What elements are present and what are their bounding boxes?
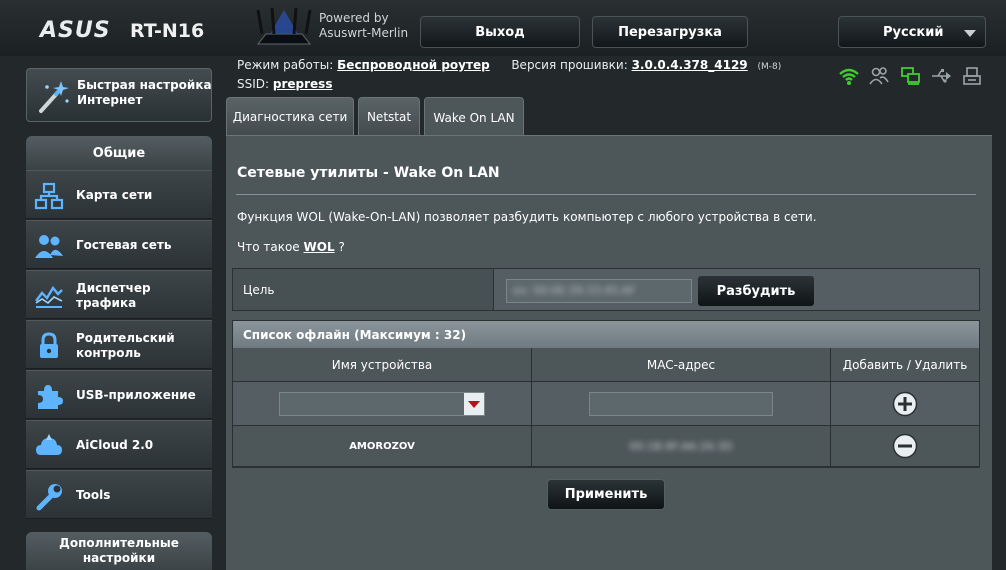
target-mac-input[interactable]: ex: 00:0E:39:33:45:AF: [506, 279, 692, 303]
tab-wake-on-lan[interactable]: Wake On LAN: [424, 97, 524, 137]
top-bar: ASUS RT-N16 Powered by Asuswrt-Merlin Вы…: [0, 0, 1006, 56]
device-mac: 00:1B:9F:A6:26:3D: [629, 439, 733, 453]
apply-button[interactable]: Применить: [547, 479, 665, 510]
target-input-cell: ex: 00:0E:39:33:45:AF Разбудить: [494, 269, 979, 310]
add-icon[interactable]: [892, 391, 918, 417]
advanced-heading[interactable]: Дополнительные настройки: [26, 532, 212, 570]
powered-by: Powered by Asuswrt-Merlin: [319, 11, 409, 40]
column-mac-address: MAC-адрес: [532, 348, 831, 382]
clients-icon[interactable]: [868, 66, 890, 86]
sidebar-item-label: Гостевая сеть: [76, 238, 172, 252]
chevron-down-icon: [964, 30, 976, 37]
wake-button[interactable]: Разбудить: [697, 275, 815, 307]
firmware-label: Версия прошивки:: [511, 58, 628, 72]
reboot-button[interactable]: Перезагрузка: [592, 16, 748, 48]
main-panel: Сетевые утилиты - Wake On LAN Функция WO…: [226, 135, 992, 570]
mac-address-input[interactable]: [589, 391, 773, 416]
status-icons: [838, 66, 984, 86]
sidebar-item-label: Tools: [76, 488, 111, 502]
router-icon: [256, 7, 312, 45]
wol-help-link[interactable]: WOL: [304, 240, 335, 254]
language-label: Русский: [883, 25, 944, 40]
quick-setup-button[interactable]: Быстрая настройка Интернет: [26, 68, 212, 122]
tab-netstat[interactable]: Netstat: [358, 97, 420, 135]
sidebar-item-tools[interactable]: Tools: [26, 470, 212, 519]
offline-list-title: Список офлайн (Максимум : 32): [233, 321, 979, 348]
sidebar-item-label: AiCloud 2.0: [76, 438, 154, 452]
language-select[interactable]: Русский: [838, 16, 986, 48]
traffic-manager-icon: [35, 285, 63, 308]
puzzle-icon: [38, 385, 63, 409]
column-device-name: Имя устройства: [233, 348, 532, 382]
mode-label: Режим работы:: [237, 58, 334, 72]
tab-network-diagnostics[interactable]: Диагностика сети: [226, 97, 354, 135]
device-name-select[interactable]: [279, 391, 485, 416]
cloud-icon: [36, 434, 62, 455]
target-row: Цель ex: 00:0E:39:33:45:AF Разбудить: [232, 268, 980, 311]
wifi-icon[interactable]: [838, 66, 860, 86]
sidebar-item-network-map[interactable]: Карта сети: [26, 170, 212, 219]
target-label: Цель: [233, 269, 494, 310]
guest-network-icon: [35, 235, 63, 258]
page-description: Функция WOL (Wake-On-LAN) позволяет разб…: [237, 210, 817, 224]
logout-button[interactable]: Выход: [420, 16, 580, 48]
offline-list: Список офлайн (Максимум : 32) Имя устрой…: [232, 320, 980, 468]
table-row: AMOROZOV 00:1B:9F:A6:26:3D: [233, 426, 979, 467]
wrench-icon: [36, 484, 62, 511]
page-title: Сетевые утилиты - Wake On LAN: [237, 165, 500, 181]
column-add-remove: Добавить / Удалить: [831, 348, 979, 382]
firmware-suffix: (M-8): [757, 62, 782, 72]
ssid-label: SSID:: [237, 77, 270, 91]
firmware-link[interactable]: 3.0.0.4.378_4129: [632, 58, 748, 72]
usb-icon[interactable]: [930, 66, 952, 86]
asus-logo: ASUS: [40, 18, 111, 43]
general-heading: Общие: [26, 136, 212, 170]
sidebar-item-label: USB-приложение: [76, 388, 196, 402]
info-line: Режим работы: Беспроводной роутер Версия…: [237, 58, 781, 72]
sidebar-item-label: Диспетчер трафика: [76, 280, 151, 310]
network-icon[interactable]: [900, 66, 922, 86]
remove-icon[interactable]: [892, 433, 918, 459]
device-name: AMOROZOV: [349, 440, 415, 452]
sidebar-item-label: Родительский контроль: [76, 330, 175, 360]
magic-wand-icon: [39, 81, 69, 113]
printer-icon[interactable]: [962, 66, 982, 86]
mode-link[interactable]: Беспроводной роутер: [337, 58, 490, 72]
chevron-down-icon: [464, 392, 484, 415]
ssid-line: SSID: prepress: [237, 77, 332, 91]
target-placeholder: ex: 00:0E:39:33:45:AF: [513, 284, 636, 297]
network-map-icon: [34, 182, 64, 210]
quick-setup-label: Быстрая настройка Интернет: [77, 78, 212, 107]
what-is-wol: Что такое WOL ?: [237, 240, 345, 254]
sidebar-item-aicloud[interactable]: AiCloud 2.0: [26, 420, 212, 469]
title-divider: [236, 194, 976, 195]
sidebar-item-label: Карта сети: [76, 188, 153, 202]
sidebar-item-usb-app[interactable]: USB-приложение: [26, 370, 212, 419]
sidebar-item-guest-network[interactable]: Гостевая сеть: [26, 220, 212, 269]
router-model: RT-N16: [130, 20, 205, 42]
lock-icon: [40, 332, 58, 358]
ssid-link[interactable]: prepress: [273, 77, 333, 91]
sidebar-item-parental-control[interactable]: Родительский контроль: [26, 320, 212, 369]
sidebar-item-traffic-manager[interactable]: Диспетчер трафика: [26, 270, 212, 319]
add-row: [233, 382, 979, 426]
